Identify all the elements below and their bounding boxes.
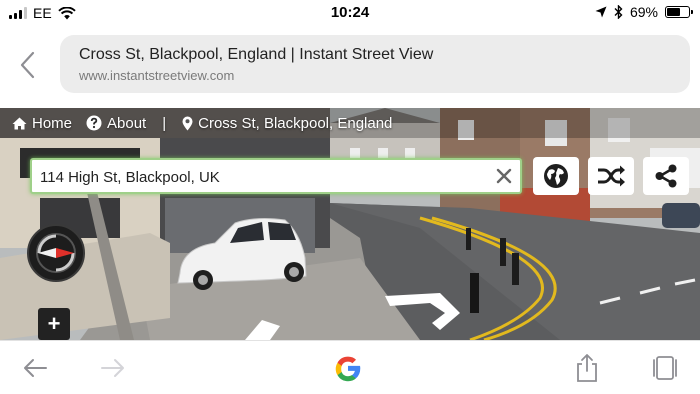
share-sheet-icon xyxy=(577,354,597,382)
street-scene-image xyxy=(0,108,700,340)
browser-back-chevron-icon[interactable] xyxy=(16,50,42,80)
browser-toolbar xyxy=(0,340,700,394)
globe-icon xyxy=(544,164,568,188)
nav-separator: | xyxy=(162,114,167,132)
home-icon xyxy=(12,117,27,129)
address-search-box xyxy=(30,158,522,194)
globe-button[interactable] xyxy=(533,157,579,195)
nav-home-link[interactable]: Home xyxy=(12,115,72,132)
toolbar-back-button[interactable] xyxy=(18,351,52,385)
browser-address-bar: Cross St, Blackpool, England | Instant S… xyxy=(0,26,700,108)
map-pin-icon xyxy=(182,116,193,130)
share-location-button[interactable] xyxy=(643,157,689,195)
nav-about-label: About xyxy=(107,114,147,132)
address-search-input[interactable] xyxy=(40,166,490,188)
question-circle-icon xyxy=(86,115,102,131)
tabs-icon xyxy=(653,356,677,380)
share-icon xyxy=(655,164,677,188)
shuffle-icon xyxy=(598,165,625,187)
zoom-in-button[interactable]: + xyxy=(38,308,70,340)
battery-percent: 69% xyxy=(629,4,658,20)
status-bar: EE 10:24 69% xyxy=(0,0,700,26)
street-view-panorama[interactable]: Home About | Cross St, Blackpool, Englan… xyxy=(0,108,700,340)
toolbar-tabs-button[interactable] xyxy=(648,351,682,385)
shuffle-button[interactable] xyxy=(588,157,634,195)
site-navigation: Home About | Cross St, Blackpool, Englan… xyxy=(0,108,700,138)
page-title: Cross St, Blackpool, England | Instant S… xyxy=(79,46,434,63)
compass-control[interactable] xyxy=(27,224,85,282)
forward-arrow-icon xyxy=(101,359,124,377)
url-field[interactable]: Cross St, Blackpool, England | Instant S… xyxy=(60,35,690,93)
compass-icon xyxy=(36,233,76,273)
back-arrow-icon xyxy=(24,359,47,377)
toolbar-share-button[interactable] xyxy=(570,351,604,385)
toolbar-forward-button[interactable] xyxy=(96,351,130,385)
bluetooth-icon xyxy=(614,5,623,19)
page-domain: www.instantstreetview.com xyxy=(79,68,235,83)
battery-icon xyxy=(665,6,693,18)
nav-home-label: Home xyxy=(32,114,73,132)
google-icon xyxy=(335,356,361,382)
clear-search-icon[interactable] xyxy=(496,168,512,184)
google-home-button[interactable] xyxy=(331,351,365,385)
nav-about-link[interactable]: About xyxy=(86,115,146,132)
status-right: 69% xyxy=(595,4,693,20)
location-arrow-icon xyxy=(595,6,607,18)
nav-location-link[interactable]: Cross St, Blackpool, England xyxy=(182,115,392,132)
nav-location-label: Cross St, Blackpool, England xyxy=(198,114,393,132)
